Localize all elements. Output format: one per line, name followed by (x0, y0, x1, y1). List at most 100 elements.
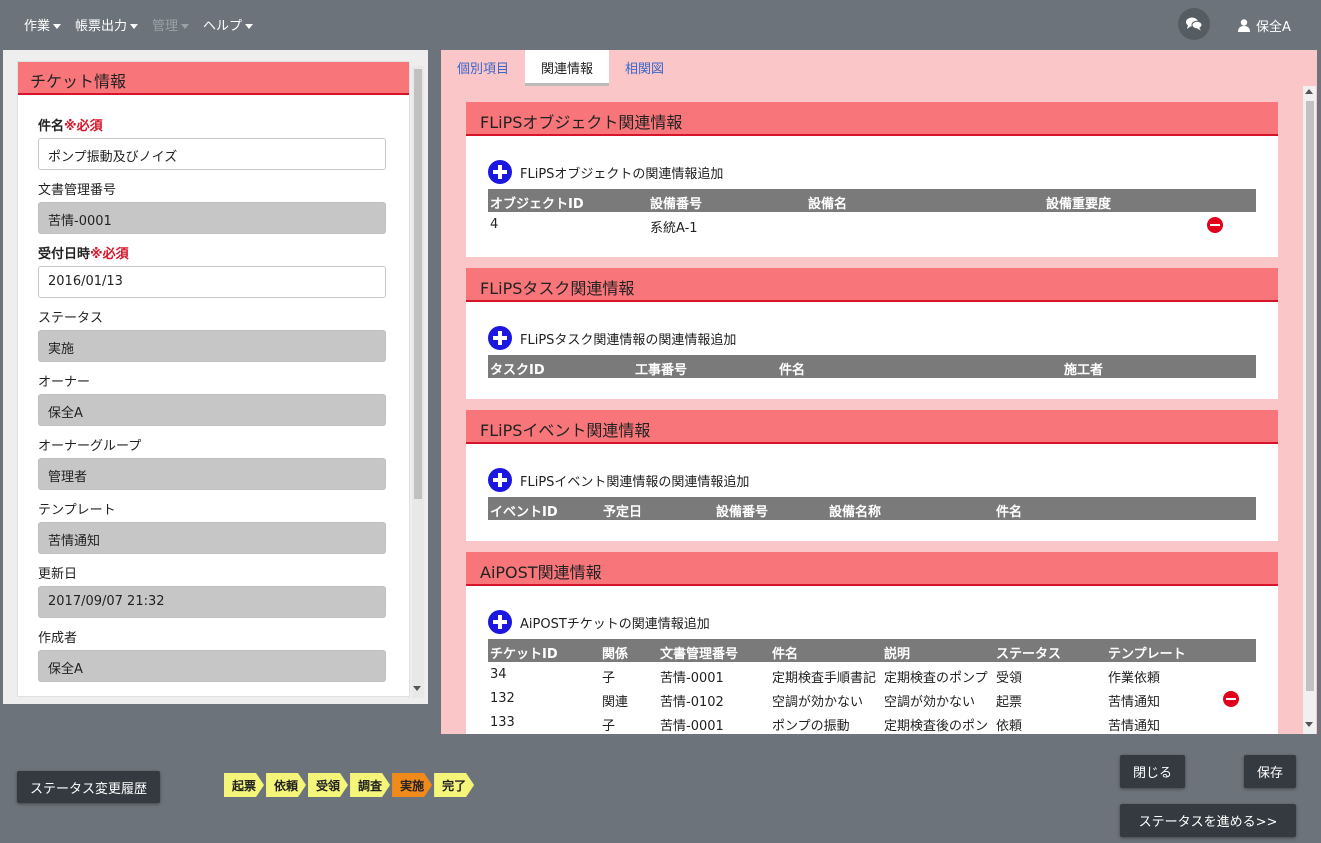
menu-admin: 管理 (152, 15, 190, 34)
cell: 系統A-1 (650, 221, 698, 236)
step-implement: 実施 (392, 773, 432, 797)
cell: 定期検査のポンプ (884, 671, 988, 686)
field-subject: 件名※必須 ポンプ振動及びノイズ (38, 115, 386, 170)
user-name: 保全A (1256, 20, 1291, 35)
step-investigate: 調査 (350, 773, 390, 797)
col-header: 工事番号 (635, 363, 688, 378)
col-header: 件名 (779, 363, 806, 378)
field-label: 件名 (38, 119, 65, 134)
table-header: イベントID 予定日 設備番号 設備名称 件名 (488, 497, 1256, 520)
field-label: オーナー (38, 375, 91, 390)
chevron-down-icon (245, 24, 254, 29)
cell: 132 (490, 691, 515, 706)
col-header: 設備重要度 (1046, 197, 1112, 212)
field-status: ステータス 実施 (38, 307, 386, 362)
menu-report-output[interactable]: 帳票出力 (75, 15, 139, 34)
tab-individual-items[interactable]: 個別項目 (441, 50, 525, 86)
save-button[interactable]: 保存 (1244, 755, 1296, 788)
add-label: FLiPSタスク関連情報の関連情報追加 (520, 332, 737, 348)
user-menu[interactable]: 保全A (1238, 16, 1291, 35)
related-scrollbar[interactable] (1303, 86, 1316, 734)
scrollbar-thumb[interactable] (414, 69, 422, 499)
remove-circle-icon[interactable] (1207, 217, 1223, 233)
plus-circle-icon[interactable] (488, 160, 512, 184)
scroll-up-icon[interactable] (1305, 89, 1313, 94)
field-received-date: 受付日時※必須 2016/01/13 (38, 243, 386, 298)
cell: 4 (490, 217, 499, 232)
section-flips-task: FLiPSタスク関連情報 FLiPSタスク関連情報の関連情報追加 タスクID 工… (466, 268, 1278, 399)
related-panel: 個別項目 関連情報 相関図 FLiPSオブジェクト関連情報 FLiPSオブジェク… (441, 50, 1317, 734)
col-header: オブジェクトID (490, 197, 584, 212)
ticket-card-header: チケット情報 (18, 62, 409, 95)
add-label: AiPOSTチケットの関連情報追加 (520, 616, 710, 632)
creator-value: 保全A (38, 650, 386, 682)
step-receive: 受領 (308, 773, 348, 797)
cell: 起票 (996, 695, 1023, 710)
owner-value: 保全A (38, 394, 386, 426)
cell: 関連 (602, 695, 629, 710)
subject-input[interactable]: ポンプ振動及びノイズ (38, 138, 386, 170)
add-object-relation: FLiPSオブジェクトの関連情報追加 (488, 160, 723, 184)
related-content: FLiPSオブジェクト関連情報 FLiPSオブジェクトの関連情報追加 オブジェク… (441, 86, 1301, 734)
menu-help[interactable]: ヘルプ (203, 15, 254, 34)
menu-work[interactable]: 作業 (24, 15, 62, 34)
add-label: FLiPSイベント関連情報の関連情報追加 (520, 474, 750, 490)
table-row[interactable]: 34 子 苦情-0001 定期検査手順書記 定期検査のポンプ 受領 作業依頼 (488, 663, 1256, 686)
col-header: 設備名 (808, 197, 848, 212)
ticket-scrollbar[interactable] (412, 66, 424, 698)
add-label: FLiPSオブジェクトの関連情報追加 (520, 166, 724, 182)
col-header: 件名 (772, 647, 799, 662)
field-label: ステータス (38, 311, 104, 326)
field-document-number: 文書管理番号 苦情-0001 (38, 179, 386, 234)
scroll-down-icon[interactable] (413, 686, 421, 691)
chat-button[interactable] (1178, 8, 1210, 40)
field-owner-group: オーナーグループ 管理者 (38, 435, 386, 490)
cell: 定期検査後のポン (884, 719, 989, 734)
main-menu: 作業 帳票出力 管理 ヘルプ (24, 15, 254, 34)
add-aipost-relation: AiPOSTチケットの関連情報追加 (488, 610, 710, 634)
section-flips-object: FLiPSオブジェクト関連情報 FLiPSオブジェクトの関連情報追加 オブジェク… (466, 102, 1278, 257)
scrollbar-thumb[interactable] (1306, 101, 1314, 691)
cell: 空調が効かない (884, 695, 976, 710)
step-request: 依頼 (266, 773, 306, 797)
add-event-relation: FLiPSイベント関連情報の関連情報追加 (488, 468, 749, 492)
step-complete: 完了 (434, 773, 474, 797)
table-row[interactable]: 133 子 苦情-0001 ポンプの振動 定期検査後のポン 依頼 苦情通知 (488, 711, 1256, 734)
plus-circle-icon[interactable] (488, 610, 512, 634)
user-icon (1238, 19, 1250, 32)
table-row: 4 系統A-1 (488, 213, 1256, 236)
tab-bar: 個別項目 関連情報 相関図 (441, 50, 680, 86)
col-header: ステータス (996, 647, 1062, 662)
section-title: FLiPSオブジェクト関連情報 (466, 102, 1278, 136)
chevron-down-icon (53, 24, 62, 29)
tab-related-info[interactable]: 関連情報 (525, 50, 610, 86)
cell: 子 (602, 719, 616, 734)
add-task-relation: FLiPSタスク関連情報の関連情報追加 (488, 326, 736, 350)
section-aipost: AiPOST関連情報 AiPOSTチケットの関連情報追加 チケットID 関係 文… (466, 552, 1278, 734)
status-history-button[interactable]: ステータス変更履歴 (17, 771, 160, 803)
remove-circle-icon[interactable] (1223, 691, 1239, 707)
field-label: 受付日時 (38, 247, 91, 262)
table-header: オブジェクトID 設備番号 設備名 設備重要度 (488, 189, 1256, 212)
cell: 苦情通知 (1108, 719, 1161, 734)
close-button[interactable]: 閉じる (1120, 755, 1185, 788)
tab-correlation-diagram[interactable]: 相関図 (609, 50, 680, 86)
owner-group-value: 管理者 (38, 458, 386, 490)
cell: ポンプの振動 (772, 719, 850, 734)
scroll-down-icon[interactable] (1305, 722, 1313, 727)
col-header: 設備番号 (650, 197, 703, 212)
field-label: 更新日 (38, 567, 78, 582)
plus-circle-icon[interactable] (488, 326, 512, 350)
cell: 定期検査手順書記 (772, 671, 877, 686)
table-row[interactable]: 132 関連 苦情-0102 空調が効かない 空調が効かない 起票 苦情通知 (488, 687, 1256, 710)
chevron-down-icon (181, 24, 190, 29)
status-value: 実施 (38, 330, 386, 362)
cell: 133 (490, 715, 515, 730)
col-header: イベントID (490, 505, 558, 520)
advance-status-button[interactable]: ステータスを進める>> (1120, 804, 1296, 837)
plus-circle-icon[interactable] (488, 468, 512, 492)
template-value: 苦情通知 (38, 522, 386, 554)
received-date-input[interactable]: 2016/01/13 (38, 266, 386, 298)
cell: 空調が効かない (772, 695, 864, 710)
cell: 苦情-0102 (660, 695, 724, 710)
